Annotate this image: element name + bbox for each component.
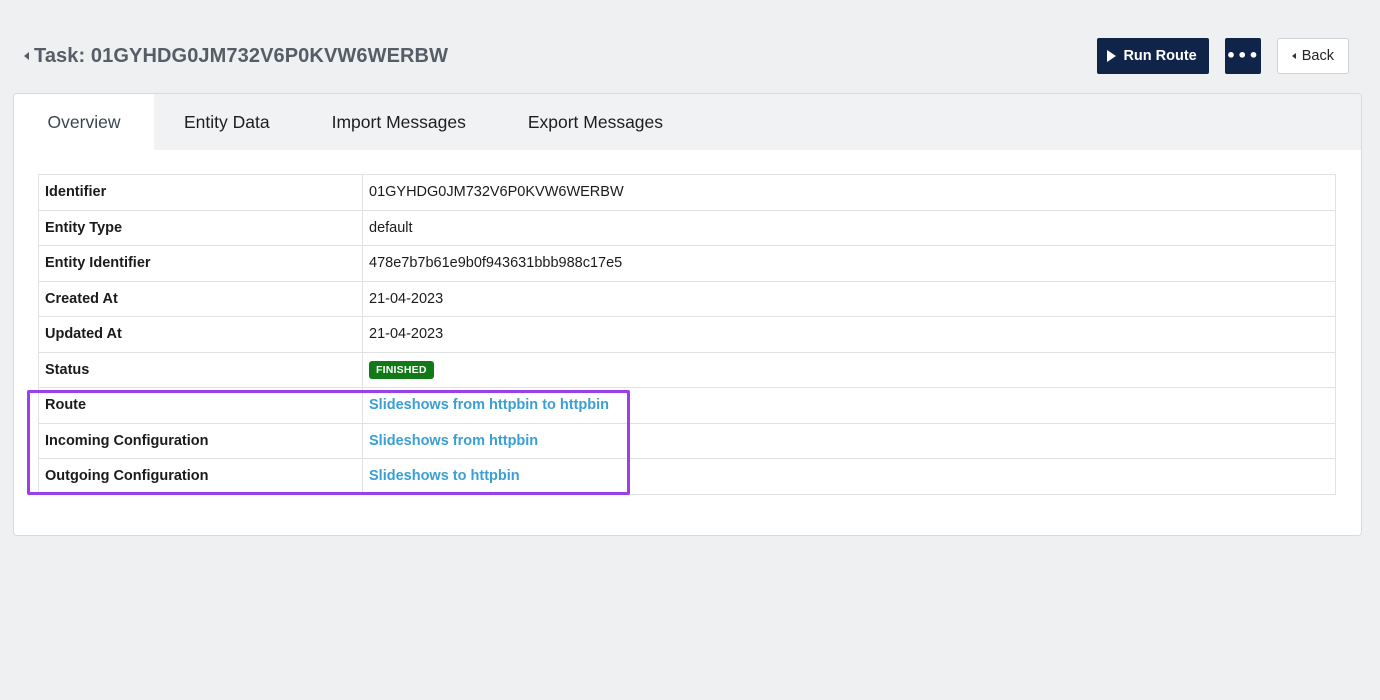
back-title-link[interactable]: Task: 01GYHDG0JM732V6P0KVW6WERBW <box>24 45 448 68</box>
status-badge: FINISHED <box>369 360 434 379</box>
row-key: Updated At <box>38 316 363 353</box>
run-route-label: Run Route <box>1123 48 1197 64</box>
row-value: 478e7b7b61e9b0f943631bbb988c17e5 <box>362 245 1336 282</box>
row-value: Slideshows to httpbin <box>362 458 1336 495</box>
row-key: Entity Type <box>38 209 363 246</box>
row-key: Status <box>38 351 363 388</box>
row-value: default <box>362 209 1336 246</box>
row-value: 21-04-2023 <box>362 280 1336 317</box>
row-value: FINISHED <box>362 351 1336 388</box>
table-row: Created At 21-04-2023 <box>38 280 1336 317</box>
tab-import-messages[interactable]: Import Messages <box>301 94 497 150</box>
route-link[interactable]: Slideshows from httpbin to httpbin <box>369 397 609 413</box>
tab-label: Entity Data <box>184 111 270 132</box>
tab-label: Export Messages <box>527 111 664 132</box>
back-button[interactable]: Back <box>1276 38 1349 74</box>
play-icon <box>1107 50 1117 62</box>
run-route-button[interactable]: Run Route <box>1097 38 1209 74</box>
tab-label: Overview <box>47 111 121 132</box>
tab-overview[interactable]: Overview <box>14 94 154 150</box>
incoming-configuration-link[interactable]: Slideshows from httpbin <box>369 433 538 449</box>
tab-export-messages[interactable]: Export Messages <box>497 94 694 150</box>
row-value: Slideshows from httpbin <box>362 422 1336 459</box>
task-card: Overview Entity Data Import Messages Exp… <box>13 93 1362 536</box>
row-value: 21-04-2023 <box>362 316 1336 353</box>
table-row: Outgoing Configuration Slideshows to htt… <box>38 458 1336 495</box>
row-value: 01GYHDG0JM732V6P0KVW6WERBW <box>362 174 1336 211</box>
table-row: Entity Identifier 478e7b7b61e9b0f943631b… <box>38 245 1336 282</box>
table-row: Incoming Configuration Slideshows from h… <box>38 422 1336 459</box>
row-key: Incoming Configuration <box>38 422 363 459</box>
table-row: Status FINISHED <box>38 351 1336 388</box>
ellipsis-icon: ••• <box>1225 46 1260 65</box>
page-header: Task: 01GYHDG0JM732V6P0KVW6WERBW Run Rou… <box>24 38 1349 74</box>
table-row: Route Slideshows from httpbin to httpbin <box>38 387 1336 424</box>
header-actions: Run Route ••• Back <box>1097 38 1349 74</box>
task-page: Task: 01GYHDG0JM732V6P0KVW6WERBW Run Rou… <box>0 0 1380 700</box>
tab-bar: Overview Entity Data Import Messages Exp… <box>14 94 1361 150</box>
row-key: Outgoing Configuration <box>38 458 363 495</box>
row-key: Route <box>38 387 363 424</box>
tab-label: Import Messages <box>331 111 466 132</box>
overview-table: Identifier 01GYHDG0JM732V6P0KVW6WERBW En… <box>38 174 1336 495</box>
back-label: Back <box>1301 48 1334 64</box>
more-options-button[interactable]: ••• <box>1224 38 1261 74</box>
row-key: Created At <box>38 280 363 317</box>
page-title: Task: 01GYHDG0JM732V6P0KVW6WERBW <box>34 44 449 67</box>
caret-left-icon <box>24 52 29 60</box>
tab-entity-data[interactable]: Entity Data <box>154 94 301 150</box>
row-key: Identifier <box>38 174 363 211</box>
caret-left-icon <box>1291 53 1296 59</box>
row-value: Slideshows from httpbin to httpbin <box>362 387 1336 424</box>
table-row: Entity Type default <box>38 209 1336 246</box>
table-row: Updated At 21-04-2023 <box>38 316 1336 353</box>
table-row: Identifier 01GYHDG0JM732V6P0KVW6WERBW <box>38 174 1336 211</box>
outgoing-configuration-link[interactable]: Slideshows to httpbin <box>369 468 520 484</box>
row-key: Entity Identifier <box>38 245 363 282</box>
